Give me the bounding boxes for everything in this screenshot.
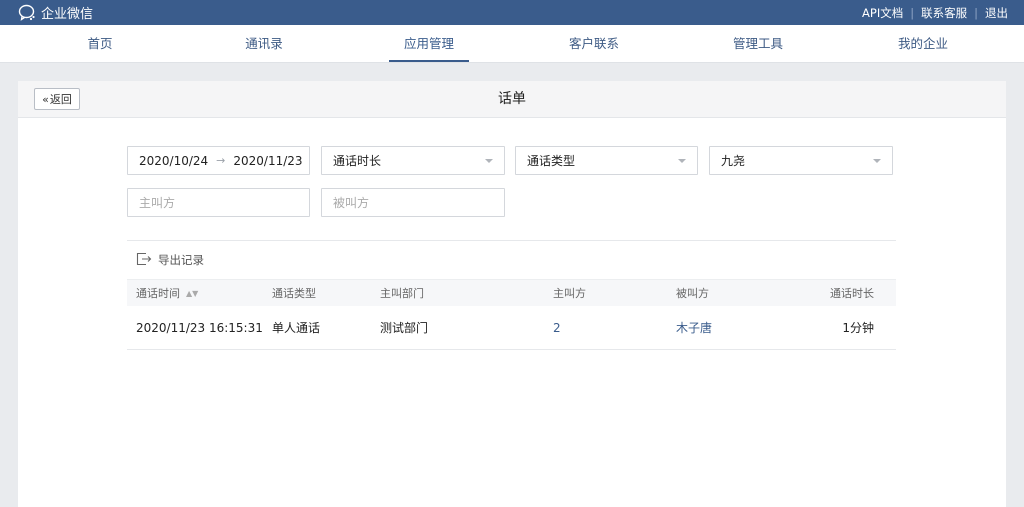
top-link-separator: | xyxy=(910,5,915,20)
date-start: 2020/10/24 xyxy=(139,153,209,168)
column-header-call-time[interactable]: 通话时间 ▲▼ xyxy=(136,280,198,307)
call-type-select-value: 通话类型 xyxy=(527,154,576,168)
page-title: 话单 xyxy=(498,91,526,107)
column-header-duration: 通话时长 xyxy=(830,287,874,300)
cell-call-type: 单人通话 xyxy=(272,321,321,335)
app-title: 企业微信 xyxy=(41,7,94,22)
main-nav: 首页 通讯录 应用管理 客户联系 管理工具 我的企业 xyxy=(0,25,1024,63)
member-select[interactable]: 九尧 xyxy=(709,146,893,175)
contact-support-link[interactable]: 联系客服 xyxy=(921,5,967,21)
nav-item-customer-contact[interactable]: 客户联系 xyxy=(554,25,634,62)
top-bar: 企业微信 API文档 | 联系客服 | 退出 xyxy=(0,0,1024,25)
date-end: 2020/11/23 xyxy=(233,153,303,168)
column-header-caller: 主叫方 xyxy=(553,287,586,300)
chevron-down-icon xyxy=(873,159,881,163)
nav-item-home[interactable]: 首页 xyxy=(60,25,140,62)
app-logo[interactable]: 企业微信 xyxy=(18,3,93,22)
date-range-picker[interactable]: 2020/10/24 → 2020/11/23 xyxy=(127,146,310,175)
sort-icon[interactable]: ▲▼ xyxy=(186,280,198,307)
call-records-card: 话单 « 返回 2020/10/24 → 2020/11/23 通话时长 通话类… xyxy=(18,81,1006,507)
nav-item-contacts[interactable]: 通讯录 xyxy=(224,25,304,62)
duration-select-value: 通话时长 xyxy=(333,154,382,168)
wechat-work-logo-icon xyxy=(18,4,37,21)
chevron-down-icon xyxy=(485,159,493,163)
api-docs-link[interactable]: API文档 xyxy=(862,5,903,21)
top-link-separator: | xyxy=(974,5,978,20)
logout-link[interactable]: 退出 xyxy=(985,5,1008,21)
cell-caller-dept: 测试部门 xyxy=(380,321,429,335)
cell-callee[interactable]: 木子唐 xyxy=(676,306,712,350)
column-header-call-type: 通话类型 xyxy=(272,287,316,300)
nav-item-app-management[interactable]: 应用管理 xyxy=(389,25,469,62)
caller-input[interactable]: 主叫方 xyxy=(127,188,310,217)
cell-caller[interactable]: 2 xyxy=(553,306,561,350)
divider xyxy=(127,240,896,241)
callee-input[interactable]: 被叫方 xyxy=(321,188,505,217)
export-records-button[interactable]: 导出记录 xyxy=(136,252,204,268)
call-type-select[interactable]: 通话类型 xyxy=(515,146,698,175)
back-button-label: 返回 xyxy=(49,93,72,106)
cell-duration: 1分钟 xyxy=(842,321,874,335)
export-records-label: 导出记录 xyxy=(158,253,204,267)
top-links: API文档 | 联系客服 | 退出 xyxy=(862,0,1008,25)
arrow-right-icon: → xyxy=(216,154,226,167)
table-row: 2020/11/23 16:15:31 单人通话 测试部门 2 木子唐 1分钟 xyxy=(127,306,896,350)
table-header: 通话时间 ▲▼ 通话类型 主叫部门 主叫方 被叫方 通话时长 xyxy=(127,279,896,306)
member-select-value: 九尧 xyxy=(721,154,746,168)
export-icon xyxy=(136,252,152,269)
column-header-caller-dept: 主叫部门 xyxy=(380,287,424,300)
duration-select[interactable]: 通话时长 xyxy=(321,146,505,175)
back-button[interactable]: « 返回 xyxy=(34,88,80,110)
column-header-callee: 被叫方 xyxy=(676,287,709,300)
nav-item-admin-tools[interactable]: 管理工具 xyxy=(718,25,798,62)
chevron-down-icon xyxy=(678,159,686,163)
cell-call-time: 2020/11/23 16:15:31 xyxy=(136,321,263,335)
column-header-label: 通话时间 xyxy=(136,287,180,300)
nav-item-my-company[interactable]: 我的企业 xyxy=(883,25,963,62)
card-header: 话单 « 返回 xyxy=(18,81,1006,118)
double-chevron-left-icon: « xyxy=(42,92,49,106)
